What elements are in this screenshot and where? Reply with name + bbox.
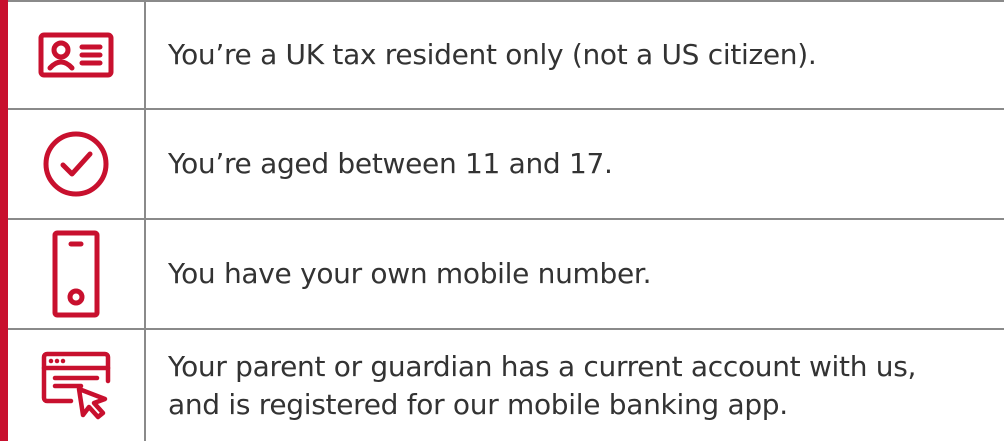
eligibility-panel: You’re a UK tax resident only (not a US …: [0, 0, 1004, 441]
icon-cell: [8, 220, 146, 328]
requirement-text-line-2: and is registered for our mobile banking…: [168, 387, 788, 421]
eligibility-table: You’re a UK tax resident only (not a US …: [8, 0, 1004, 441]
table-row: Your parent or guardian has a current ac…: [8, 330, 1004, 441]
icon-cell: [8, 2, 146, 108]
id-card-icon: [38, 32, 114, 78]
table-row: You have your own mobile number.: [8, 220, 1004, 330]
browser-click-icon: [41, 351, 111, 421]
check-circle-icon: [41, 129, 111, 199]
requirement-text-lines: Your parent or guardian has a current ac…: [168, 348, 916, 424]
requirement-text: You’re aged between 11 and 17.: [168, 147, 613, 180]
requirement-text: You have your own mobile number.: [168, 257, 652, 290]
icon-cell: [8, 330, 146, 441]
accent-bar: [0, 0, 8, 441]
icon-cell: [8, 110, 146, 218]
mobile-phone-icon: [51, 229, 101, 319]
table-row: You’re aged between 11 and 17.: [8, 110, 1004, 220]
requirement-text: You’re a UK tax resident only (not a US …: [168, 38, 817, 71]
requirement-text-line-1: Your parent or guardian has a current ac…: [168, 349, 917, 383]
table-row: You’re a UK tax resident only (not a US …: [8, 2, 1004, 110]
requirement-text: Your parent or guardian has a current ac…: [146, 330, 1004, 441]
